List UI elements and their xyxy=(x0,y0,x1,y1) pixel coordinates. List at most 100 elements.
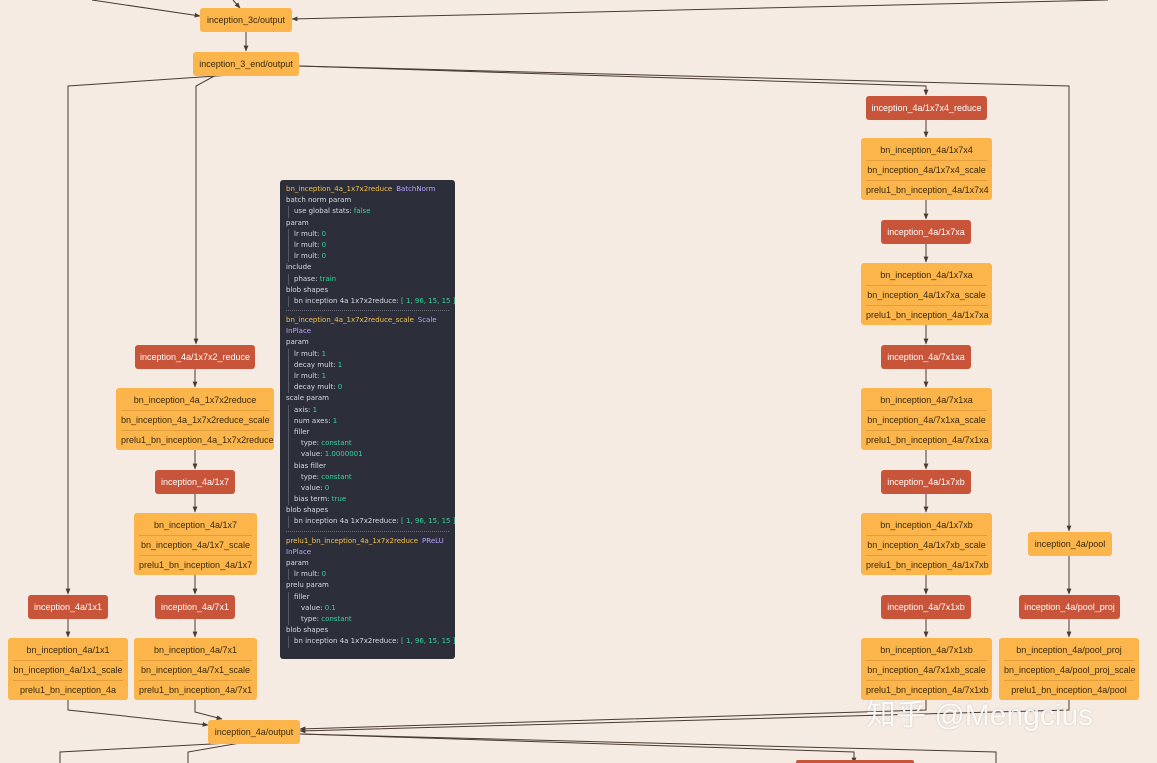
tooltip-prelu-type: PReLU xyxy=(422,536,444,545)
tooltip-scale-filler: filler xyxy=(288,426,449,439)
node-inception-4a-7x1[interactable]: inception_4a/7x1 xyxy=(155,595,235,619)
tooltip-prelu-inplace: InPlace xyxy=(286,547,312,556)
tooltip-bn-param: param xyxy=(286,218,309,227)
tooltip-prelu-type-key: type: xyxy=(301,614,319,623)
node-inception-4a-1x7xb[interactable]: inception_4a/1x7xb xyxy=(881,470,971,494)
tooltip-bn-global-stats-key: use global stats: xyxy=(294,207,352,216)
tooltip-bn-lr-mult-key: lr mult: xyxy=(294,229,320,238)
tooltip-bn-lr-mult-val: 0 xyxy=(321,252,327,261)
tooltip-scale-blob-shapes: blob shapes xyxy=(286,506,329,515)
tooltip-scale-decay-mult-key: decay mult: xyxy=(294,383,336,392)
node-bn-1x1-scale: bn_inception_4a/1x1_scale xyxy=(13,661,123,681)
tooltip-scale-axis-val: 1 xyxy=(312,405,318,414)
node-bn-1x7x2reduce-scale: bn_inception_4a_1x7x2reduce_scale xyxy=(121,411,270,431)
node-bn-7x1xa: bn_inception_4a/7x1xa xyxy=(866,391,987,411)
tooltip-bn-lr-mult-val: 0 xyxy=(321,240,327,249)
node-group-bn-1x7x2reduce[interactable]: bn_inception_4a_1x7x2reduce bn_inception… xyxy=(116,388,274,450)
tooltip-scale-num-axes-key: num axes: xyxy=(294,416,331,425)
node-group-bn-7x1[interactable]: bn_inception_4a/7x1 bn_inception_4a/7x1_… xyxy=(134,638,257,700)
node-bn-pool-proj-scale: bn_inception_4a/pool_proj_scale xyxy=(1004,661,1136,681)
tooltip-prelu-prelu-param: prelu param xyxy=(286,581,329,590)
tooltip-scale-name: bn_inception_4a_1x7x2reduce_scale xyxy=(286,316,414,325)
node-group-bn-1x1[interactable]: bn_inception_4a/1x1 bn_inception_4a/1x1_… xyxy=(8,638,128,700)
tooltip-scale-inplace: InPlace xyxy=(286,327,312,336)
node-bn-1x7xb-scale: bn_inception_4a/1x7xb_scale xyxy=(866,536,987,556)
tooltip-section-scale: bn_inception_4a_1x7x2reduce_scale Scale I… xyxy=(286,315,455,532)
node-inception-4a-pool[interactable]: inception_4a/pool xyxy=(1028,532,1112,556)
tooltip-prelu-type-val: constant xyxy=(321,614,352,623)
tooltip-bn-lr-mult-val: 0 xyxy=(321,229,327,238)
node-bn-1x7xa-scale: bn_inception_4a/1x7xa_scale xyxy=(866,286,987,306)
node-group-bn-1x7x4[interactable]: bn_inception_4a/1x7x4 bn_inception_4a/1x… xyxy=(861,138,992,200)
node-inception-4a-1x7x4-reduce[interactable]: inception_4a/1x7x4_reduce xyxy=(866,96,987,120)
tooltip-prelu-blob-shapes: blob shapes xyxy=(286,626,329,635)
node-prelu-1x1: prelu1_bn_inception_4a xyxy=(19,685,117,695)
tooltip-scale-type: Scale xyxy=(417,316,437,325)
node-prelu-1x7: prelu1_bn_inception_4a/1x7 xyxy=(139,560,253,570)
tooltip-bn-global-stats-val: false xyxy=(353,207,371,216)
node-bn-1x7xa: bn_inception_4a/1x7xa xyxy=(866,266,987,286)
node-inception-4a-1x7x2-reduce[interactable]: inception_4a/1x7x2_reduce xyxy=(135,345,255,369)
tooltip-scale-blob-val: [ 1, 96, 15, 15 ] xyxy=(401,517,455,526)
tooltip-prelu-lr-mult-val: 0 xyxy=(321,570,327,579)
node-prelu-7x1xa: prelu1_bn_inception_4a/7x1xa xyxy=(866,435,989,445)
tooltip-scale-bias-type-key: type: xyxy=(301,472,319,481)
tooltip-scale-blob-key: bn inception 4a 1x7x2reduce: xyxy=(294,517,399,526)
tooltip-scale-scale-param: scale param xyxy=(286,394,329,403)
tooltip-scale-decay-mult-val: 0 xyxy=(337,383,343,392)
node-prelu-1x7x2reduce: prelu1_bn_inception_4a_1x7x2reduce xyxy=(121,435,274,445)
node-bn-1x7x2reduce: bn_inception_4a_1x7x2reduce xyxy=(121,391,269,411)
tooltip-prelu-blob-key: bn inception 4a 1x7x2reduce: xyxy=(294,637,399,646)
node-prelu-1x7xb: prelu1_bn_inception_4a/1x7xb xyxy=(866,560,989,570)
node-inception-4a-1x1[interactable]: inception_4a/1x1 xyxy=(28,595,108,619)
tooltip-scale-value-val: 1.0000001 xyxy=(324,450,363,459)
tooltip-scale-decay-mult-val: 1 xyxy=(337,360,343,369)
node-properties-tooltip: bn_inception_4a_1x7x2reduce BatchNorm bat… xyxy=(280,180,455,659)
tooltip-bn-blob-key: bn inception 4a 1x7x2reduce: xyxy=(294,296,399,305)
node-inception-4a-7x1xb[interactable]: inception_4a/7x1xb xyxy=(881,595,971,619)
node-bn-1x7: bn_inception_4a/1x7 xyxy=(139,516,252,536)
node-prelu-7x1: prelu1_bn_inception_4a/7x1 xyxy=(139,685,253,695)
node-prelu-1x7xa: prelu1_bn_inception_4a/1x7xa xyxy=(866,310,989,320)
node-inception-4a-7x1xa[interactable]: inception_4a/7x1xa xyxy=(881,345,971,369)
tooltip-section-prelu: prelu1_bn_inception_4a_1x7x2reduce PReLU … xyxy=(286,536,455,651)
node-group-bn-7x1xa[interactable]: bn_inception_4a/7x1xa bn_inception_4a/7x… xyxy=(861,388,992,450)
tooltip-bn-name: bn_inception_4a_1x7x2reduce xyxy=(286,185,393,193)
tooltip-section-batchnorm: bn_inception_4a_1x7x2reduce BatchNorm bat… xyxy=(286,184,455,312)
tooltip-bn-blob-val: [ 1, 96, 15, 15 ] xyxy=(401,296,455,305)
tooltip-scale-lr-mult-key: lr mult: xyxy=(294,349,320,358)
tooltip-scale-type-key: type: xyxy=(301,439,319,448)
tooltip-prelu-value-val: 0.1 xyxy=(324,603,336,612)
node-bn-1x7x4-scale: bn_inception_4a/1x7x4_scale xyxy=(866,161,987,181)
tooltip-scale-axis-key: axis: xyxy=(294,405,311,414)
tooltip-scale-bias-filler: bias filler xyxy=(288,460,449,472)
node-bn-7x1: bn_inception_4a/7x1 xyxy=(139,641,252,661)
tooltip-bn-phase-val: train xyxy=(319,274,337,283)
tooltip-bn-lr-mult-key: lr mult: xyxy=(294,252,320,261)
node-group-bn-1x7xa[interactable]: bn_inception_4a/1x7xa bn_inception_4a/1x… xyxy=(861,263,992,325)
node-inception-4a-pool-proj[interactable]: inception_4a/pool_proj xyxy=(1019,595,1120,619)
tooltip-scale-lr-mult-key: lr mult: xyxy=(294,372,320,380)
node-prelu-1x7x4: prelu1_bn_inception_4a/1x7x4 xyxy=(866,185,989,195)
node-inception-4a-output[interactable]: inception_4a/output xyxy=(208,720,300,744)
tooltip-scale-param: param xyxy=(286,338,309,347)
tooltip-prelu-lr-mult-key: lr mult: xyxy=(294,570,320,579)
tooltip-scale-bias-term-key: bias term: xyxy=(294,495,330,504)
tooltip-bn-lr-mult-key: lr mult: xyxy=(294,240,320,249)
node-group-bn-1x7xb[interactable]: bn_inception_4a/1x7xb bn_inception_4a/1x… xyxy=(861,513,992,575)
tooltip-scale-value-key: value: xyxy=(301,450,323,459)
node-inception-4a-1x7[interactable]: inception_4a/1x7 xyxy=(155,470,235,494)
tooltip-scale-bias-value-val: 0 xyxy=(324,483,330,492)
node-inception-3c-output[interactable]: inception_3c/output xyxy=(200,8,292,32)
node-inception-4a-1x7xa[interactable]: inception_4a/1x7xa xyxy=(881,220,971,244)
tooltip-scale-decay-mult-key: decay mult: xyxy=(294,360,336,369)
tooltip-prelu-value-key: value: xyxy=(301,603,323,612)
node-bn-7x1xb-scale: bn_inception_4a/7x1xb_scale xyxy=(866,661,987,681)
tooltip-scale-num-axes-val: 1 xyxy=(332,416,338,425)
tooltip-bn-type: BatchNorm xyxy=(396,185,436,193)
node-inception-3-end-output[interactable]: inception_3_end/output xyxy=(193,52,299,76)
tooltip-scale-type-val: constant xyxy=(321,439,352,448)
node-bn-1x7-scale: bn_inception_4a/1x7_scale xyxy=(139,536,252,556)
tooltip-prelu-blob-val: [ 1, 96, 15, 15 ] xyxy=(401,637,455,646)
node-group-bn-1x7[interactable]: bn_inception_4a/1x7 bn_inception_4a/1x7_… xyxy=(134,513,257,575)
